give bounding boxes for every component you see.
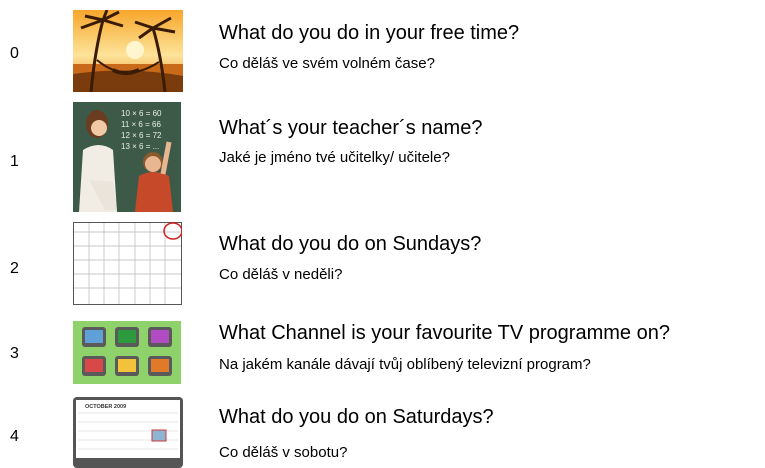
question-text: What do you do on Sundays? (219, 233, 482, 255)
answer-text: Co děláš v sobotu? (219, 444, 348, 461)
tv-sets-image (73, 321, 181, 384)
question-text: What Channel is your favourite TV progra… (219, 322, 670, 344)
answer-text: Jaké je jméno tvé učitelky/ učitele? (219, 149, 450, 166)
calendar-month-label: OCTOBER 2009 (85, 404, 126, 410)
answer-text: Co děláš ve svém volném čase? (219, 55, 435, 72)
board-line: 13 × 6 = ... (121, 142, 159, 151)
teacher-blackboard-image: 10 × 6 = 60 11 × 6 = 66 12 × 6 = 72 13 ×… (73, 102, 181, 212)
list-item: 4 OCTOBER 2009 What do you do on Saturda… (0, 390, 765, 468)
item-number: 4 (10, 428, 19, 445)
list-item: 2 What do you do on Sundays? Co děláš v … (0, 215, 765, 310)
item-number: 2 (10, 260, 19, 277)
answer-text: Na jakém kanále dávají tvůj oblíbený tel… (219, 356, 591, 373)
calendar-image (73, 222, 182, 305)
monthly-calendar-image: OCTOBER 2009 (73, 397, 183, 468)
item-number: 0 (10, 45, 19, 62)
list-item: 0 What do you do in your free time? Co d… (0, 0, 765, 100)
board-line: 10 × 6 = 60 (121, 109, 162, 118)
beach-hammock-image (73, 10, 183, 92)
question-text: What do you do in your free time? (219, 22, 520, 44)
list-item: 1 10 × 6 = 60 11 × 6 = 66 12 × 6 = 72 13… (0, 100, 765, 215)
board-line: 12 × 6 = 72 (121, 131, 162, 140)
answer-text: Co děláš v neděli? (219, 266, 343, 283)
question-text: What do you do on Saturdays? (219, 406, 494, 428)
item-number: 3 (10, 345, 19, 362)
item-number: 1 (10, 153, 19, 170)
board-line: 11 × 6 = 66 (121, 120, 161, 129)
list-item: 3 What Channel is your favourite TV prog… (0, 310, 765, 390)
question-text: What´s your teacher´s name? (219, 117, 483, 139)
